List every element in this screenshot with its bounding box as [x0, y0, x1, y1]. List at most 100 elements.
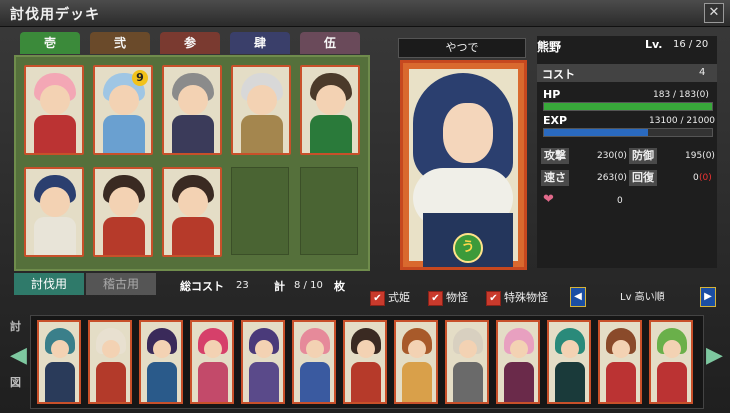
card-body: [103, 217, 145, 255]
total-cost-value: 23: [236, 280, 249, 291]
card-body: [351, 362, 381, 402]
collection-card[interactable]: [394, 320, 438, 404]
level-value: 16 / 20: [673, 39, 709, 50]
element-badge: う: [453, 233, 483, 263]
affection-value: 0: [617, 196, 623, 206]
sort-next-button[interactable]: ▶: [700, 287, 716, 307]
filter-checkbox-shikihime[interactable]: ✔: [370, 291, 385, 306]
card-face: [510, 340, 528, 358]
strip-next-button[interactable]: ▶: [706, 336, 723, 376]
card-body: [241, 115, 283, 153]
speed-label: 速さ: [541, 170, 569, 186]
collection-card[interactable]: [241, 320, 285, 404]
deck-card[interactable]: [162, 167, 222, 257]
cost-label: コスト: [542, 68, 575, 81]
card-face: [316, 85, 346, 115]
sort-label: Lv 高い順: [620, 292, 665, 303]
card-body: [310, 115, 352, 153]
deck-card[interactable]: [93, 167, 153, 257]
card-face: [109, 187, 139, 217]
attack-value: 230(0): [597, 151, 627, 161]
close-button[interactable]: ✕: [704, 3, 724, 23]
card-body: [34, 115, 76, 153]
title-bar: 討伐用デッキ ✕: [0, 0, 730, 27]
card-body: [606, 362, 636, 402]
defense-value: 195(0): [685, 151, 715, 161]
recovery-label: 回復: [629, 170, 657, 186]
tab-deck-2[interactable]: 弐: [90, 32, 150, 54]
count-value: 8 / 10: [294, 280, 323, 291]
tab-deck-5[interactable]: 伍: [300, 32, 360, 54]
filter-label-special-monster: 特殊物怪: [504, 291, 548, 304]
card-body: [453, 362, 483, 402]
collection-card[interactable]: [547, 320, 591, 404]
card-body: [103, 115, 145, 153]
portrait-face: [443, 103, 493, 163]
collection-card[interactable]: [37, 320, 81, 404]
deck-card[interactable]: [24, 167, 84, 257]
card-body: [147, 362, 177, 402]
card-body: [402, 362, 432, 402]
deck-card[interactable]: 9: [93, 65, 153, 155]
card-body: [555, 362, 585, 402]
exp-value: 13100 / 21000: [649, 116, 716, 126]
owner-name: やつで: [398, 38, 526, 58]
tab-subjugation[interactable]: 討伐用: [14, 273, 84, 295]
tab-deck-3[interactable]: 参: [160, 32, 220, 54]
empty-deck-slot[interactable]: [300, 167, 358, 255]
card-face: [357, 340, 375, 358]
strip-prev-button[interactable]: ◀: [10, 336, 27, 376]
collection-card[interactable]: [496, 320, 540, 404]
sort-prev-button[interactable]: ◀: [570, 287, 586, 307]
collection-card[interactable]: [445, 320, 489, 404]
deck-card[interactable]: [24, 65, 84, 155]
deck-card[interactable]: [162, 65, 222, 155]
exp-bar: [543, 128, 713, 137]
tab-deck-4[interactable]: 肆: [230, 32, 290, 54]
card-face: [40, 85, 70, 115]
defense-label: 防御: [629, 148, 657, 164]
filter-checkbox-special-monster[interactable]: ✔: [486, 291, 501, 306]
collection-card[interactable]: [139, 320, 183, 404]
deck-card[interactable]: [231, 65, 291, 155]
empty-deck-slot[interactable]: [231, 167, 289, 255]
filter-label-monster: 物怪: [446, 291, 468, 304]
collection-card[interactable]: [649, 320, 693, 404]
card-body: [657, 362, 687, 402]
card-body: [96, 362, 126, 402]
hp-value: 183 / 183(0): [653, 90, 709, 100]
collection-card[interactable]: [343, 320, 387, 404]
deck-card[interactable]: [300, 65, 360, 155]
attack-label: 攻撃: [541, 148, 569, 164]
deck-panel: 9: [14, 55, 370, 271]
hp-bar-fill: [544, 103, 712, 110]
deck-window: 討伐用デッキ ✕ 壱 弐 参 肆 伍 9 やつで う 熊野 Lv. 16 / 2…: [0, 0, 730, 413]
card-face: [247, 85, 277, 115]
collection-card[interactable]: [598, 320, 642, 404]
exp-bar-fill: [544, 129, 649, 136]
speed-value: 263(0): [597, 173, 627, 183]
cost-value: 4: [699, 67, 706, 78]
cost-row: コスト 4: [537, 64, 717, 82]
stats-panel: 熊野 Lv. 16 / 20 コスト 4 HP 183 / 183(0) EXP…: [537, 36, 717, 268]
filter-label-shikihime: 式姫: [388, 291, 410, 304]
heart-icon: ❤: [543, 192, 554, 207]
card-face: [306, 340, 324, 358]
collection-card[interactable]: [190, 320, 234, 404]
card-body: [504, 362, 534, 402]
side-label-bottom: 図: [10, 376, 21, 389]
tab-deck-1[interactable]: 壱: [20, 32, 80, 54]
card-body: [172, 217, 214, 255]
selected-card-portrait: う: [400, 60, 527, 270]
card-face: [663, 340, 681, 358]
count-label: 計: [274, 280, 285, 293]
collection-card[interactable]: [292, 320, 336, 404]
tab-training[interactable]: 稽古用: [86, 273, 156, 295]
collection-card[interactable]: [88, 320, 132, 404]
filter-checkbox-monster[interactable]: ✔: [428, 291, 443, 306]
card-body: [34, 217, 76, 255]
card-level-badge: 9: [132, 70, 148, 86]
recovery-bonus: (0): [699, 173, 712, 183]
card-face: [255, 340, 273, 358]
card-face: [204, 340, 222, 358]
